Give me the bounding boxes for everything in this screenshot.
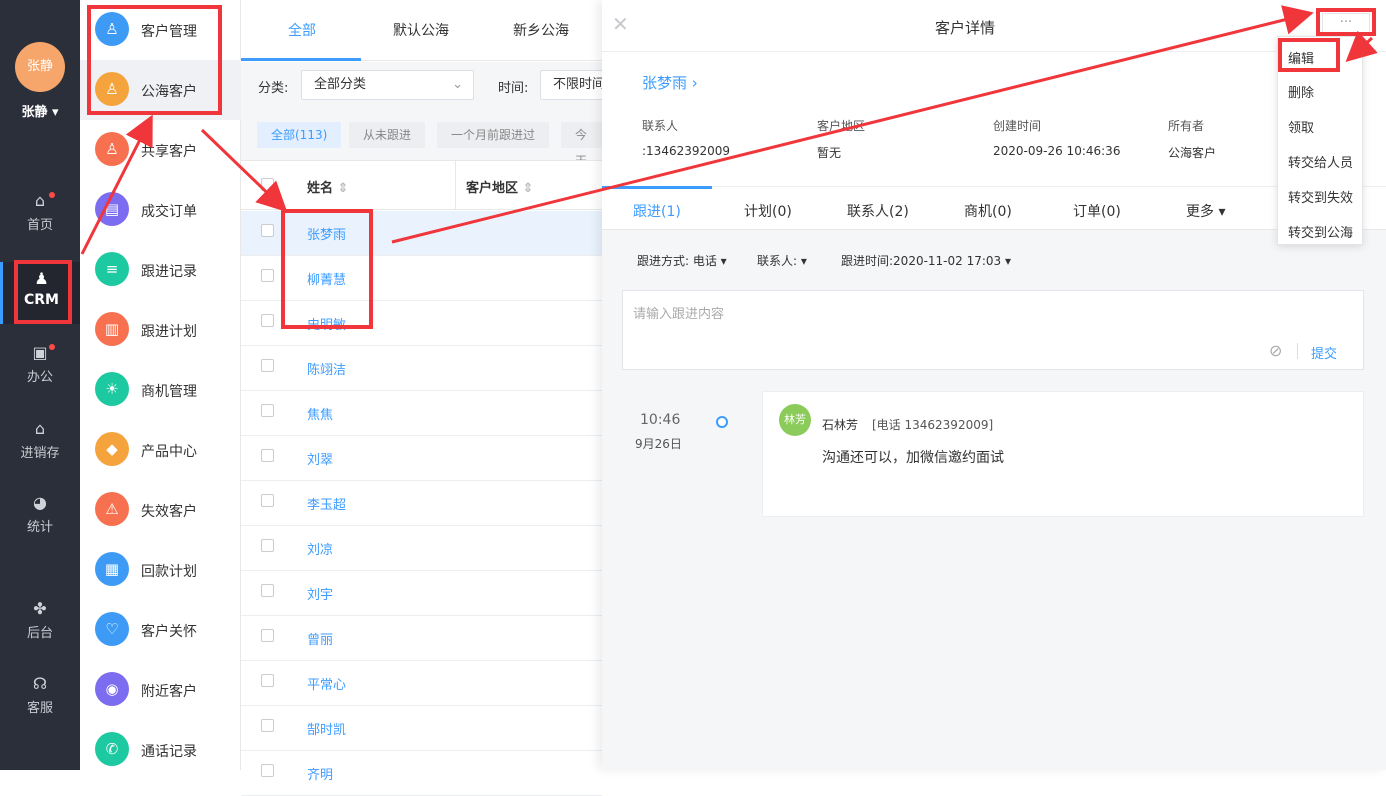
arrow-crm-to-menu (80, 114, 153, 255)
arrow-more-to-edit (1345, 30, 1378, 63)
arrow-name-to-more (391, 5, 1314, 244)
annotation-arrows (80, 5, 1378, 255)
arrow-menu-to-names (200, 128, 288, 213)
